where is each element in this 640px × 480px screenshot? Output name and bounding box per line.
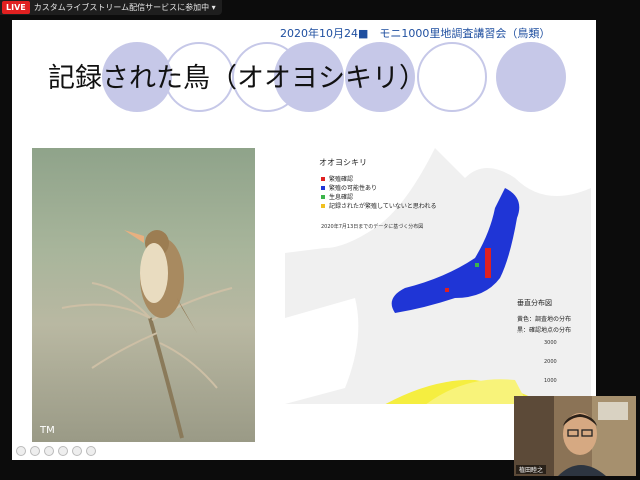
- bird-photo: TM: [32, 148, 255, 442]
- y-tick-label: 1000: [544, 378, 557, 384]
- next-slide-button[interactable]: [30, 446, 40, 456]
- zoom-button[interactable]: [72, 446, 82, 456]
- y-tick-label: 2000: [544, 359, 557, 365]
- distribution-map: オオヨシキリ 繁殖確認 繁殖の可能性あり 生息確認 記録されたが繁殖していないと…: [285, 148, 591, 404]
- bird-illustration: [61, 230, 233, 439]
- slide-overview-button[interactable]: [58, 446, 68, 456]
- legend-item: 記録されたが繁殖していないと思われる: [321, 201, 437, 210]
- presenter-video: [514, 396, 636, 476]
- legend-item: 繁殖確認: [321, 174, 437, 183]
- map-title: オオヨシキリ: [319, 158, 367, 167]
- live-badge: LIVE: [2, 1, 30, 14]
- pen-tool-button[interactable]: [44, 446, 54, 456]
- more-options-button[interactable]: [86, 446, 96, 456]
- presenter-webcam: 植田睦之: [514, 396, 636, 476]
- map-legend: 繁殖確認 繁殖の可能性あり 生息確認 記録されたが繁殖していないと思われる: [321, 174, 437, 210]
- legend-item: 繁殖の可能性あり: [321, 183, 437, 192]
- vertical-distribution-title: 垂直分布図: [517, 299, 552, 307]
- legend-swatch: [321, 203, 325, 208]
- legend-label: 繁殖の可能性あり: [329, 185, 378, 192]
- vertical-distribution-sub1: 黄色：調査地の分布: [517, 316, 572, 323]
- legend-swatch: [321, 176, 325, 181]
- legend-label: 記録されたが繁殖していないと思われる: [329, 203, 437, 210]
- vertical-distribution-sub2: 黒：確認地点の分布: [517, 327, 572, 334]
- slide-header: 2020年10月24■ モニ1000里地調査講習会（鳥類）: [280, 27, 551, 40]
- presenter-name: 植田睦之: [516, 465, 547, 474]
- live-status-bar[interactable]: LIVE カスタムライブストリーム配信サービスに参加中 ▾: [0, 0, 222, 15]
- slide-title: 記録された鳥（オオヨシキリ）: [48, 63, 426, 94]
- legend-label: 生息確認: [329, 194, 354, 201]
- decor-circle: [496, 42, 566, 112]
- decor-circle: [417, 42, 487, 112]
- presentation-controls: [16, 446, 96, 456]
- prev-slide-button[interactable]: [16, 446, 26, 456]
- live-stream-dropdown[interactable]: カスタムライブストリーム配信サービスに参加中 ▾: [32, 2, 222, 13]
- photo-credit: TM: [40, 425, 55, 436]
- screen: { "live_bar": { "badge": "LIVE", "text":…: [0, 0, 640, 480]
- y-tick-label: 3000: [544, 340, 557, 346]
- presentation-slide: 2020年10月24■ モニ1000里地調査講習会（鳥類） 記録された鳥（オオヨ…: [12, 20, 596, 460]
- legend-swatch: [321, 194, 325, 199]
- legend-label: 繁殖確認: [329, 176, 354, 183]
- map-note: 2020年7月13日までのデータに基づく分布図: [321, 224, 424, 230]
- legend-item: 生息確認: [321, 192, 437, 201]
- legend-swatch: [321, 185, 325, 190]
